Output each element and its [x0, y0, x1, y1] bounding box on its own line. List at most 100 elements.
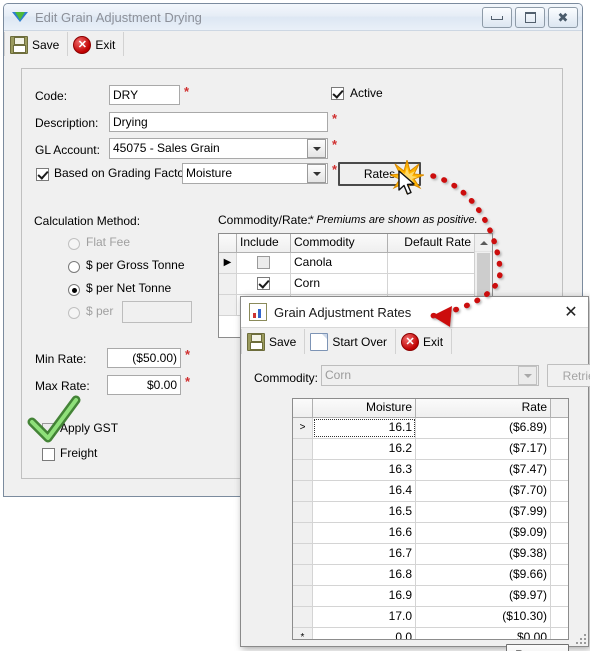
row-marker: [293, 502, 313, 522]
max-rate-input[interactable]: $0.00: [107, 375, 181, 395]
freight-checkbox[interactable]: [42, 448, 55, 461]
row-moisture[interactable]: 16.6: [313, 523, 416, 543]
commodity-value: Corn: [325, 368, 352, 382]
min-rate-label: Min Rate:: [35, 352, 87, 366]
exit-button[interactable]: ✕ Exit: [68, 32, 125, 58]
row-moisture[interactable]: 16.9: [313, 586, 416, 606]
table-row[interactable]: 16.6 ($9.09): [293, 523, 568, 544]
chevron-down-icon[interactable]: [307, 139, 326, 158]
table-row[interactable]: * 0.0 $0.00: [293, 628, 568, 639]
code-label: Code:: [35, 89, 68, 103]
code-required-marker: *: [184, 84, 190, 99]
rates-exit-button[interactable]: ✕ Exit: [396, 329, 453, 355]
rates-exit-label: Exit: [423, 335, 444, 349]
start-over-button[interactable]: Start Over: [305, 329, 397, 355]
row-rate[interactable]: ($7.70): [416, 481, 551, 501]
table-row[interactable]: Corn: [219, 274, 492, 295]
row-rate[interactable]: ($10.30): [416, 607, 551, 627]
row-commodity: Corn: [291, 274, 388, 294]
row-moisture[interactable]: 16.8: [313, 565, 416, 585]
remove-button[interactable]: Remove: [506, 644, 569, 651]
table-row[interactable]: 16.3 ($7.47): [293, 460, 568, 481]
save-button[interactable]: Save: [4, 32, 69, 58]
row-include-cell[interactable]: [237, 253, 291, 273]
resize-grip[interactable]: [574, 632, 586, 644]
gl-account-combobox[interactable]: 45075 - Sales Grain: [109, 138, 328, 159]
row-moisture[interactable]: 16.5: [313, 502, 416, 522]
rates-save-button[interactable]: Save: [241, 329, 306, 355]
row-moisture[interactable]: 16.7: [313, 544, 416, 564]
radio-flat-fee[interactable]: [68, 238, 80, 250]
row-rate[interactable]: ($7.17): [416, 439, 551, 459]
max-rate-required-marker: *: [185, 374, 191, 389]
row-marker: [219, 295, 237, 315]
red-x-circle-icon: ✕: [73, 36, 92, 54]
include-checkbox[interactable]: [257, 256, 270, 269]
save-button-label: Save: [32, 38, 60, 52]
table-row[interactable]: 16.5 ($7.99): [293, 502, 568, 523]
row-marker: [293, 439, 313, 459]
table-row[interactable]: 16.4 ($7.70): [293, 481, 568, 502]
row-moisture[interactable]: 16.4: [313, 481, 416, 501]
radio-per-gross-tonne[interactable]: [68, 261, 80, 273]
description-label: Description:: [35, 116, 99, 130]
description-input[interactable]: Drying: [109, 112, 328, 132]
based-on-grading-factor-checkbox[interactable]: [36, 168, 49, 181]
row-moisture[interactable]: 16.3: [313, 460, 416, 480]
row-moisture[interactable]: 17.0: [313, 607, 416, 627]
window-control-buttons: ✖: [482, 7, 578, 28]
row-moisture[interactable]: 16.1: [313, 418, 416, 438]
floppy-disk-icon: [10, 36, 28, 54]
table-row[interactable]: 16.2 ($7.17): [293, 439, 568, 460]
row-include-cell[interactable]: [237, 274, 291, 294]
row-rate[interactable]: ($9.97): [416, 586, 551, 606]
row-moisture[interactable]: 16.2: [313, 439, 416, 459]
commodity-grid-header-commodity: Commodity: [291, 234, 388, 252]
radio-per-net-tonne-label: $ per Net Tonne: [86, 281, 172, 295]
scroll-up-icon[interactable]: [475, 234, 492, 252]
commodity-rate-note: * Premiums are shown as positive.: [309, 214, 478, 226]
row-marker: [293, 607, 313, 627]
grading-factor-combobox[interactable]: Moisture: [182, 163, 328, 184]
table-row[interactable]: 16.8 ($9.66): [293, 565, 568, 586]
row-marker: [219, 274, 237, 294]
table-row[interactable]: >16.1 ($6.89): [293, 418, 568, 439]
commodity-combobox[interactable]: Corn: [321, 365, 539, 386]
row-rate[interactable]: ($9.38): [416, 544, 551, 564]
rates-grid[interactable]: Moisture Rate >16.1 ($6.89) 16.2 ($7.17) 16.…: [292, 398, 569, 640]
row-rate[interactable]: ($9.09): [416, 523, 551, 543]
row-rate[interactable]: ($6.89): [416, 418, 551, 438]
rates-grid-header-marker: [293, 399, 313, 417]
per-custom-input[interactable]: [122, 301, 192, 323]
table-row[interactable]: 17.0 ($10.30): [293, 607, 568, 628]
min-rate-input[interactable]: ($50.00): [107, 348, 181, 368]
min-rate-required-marker: *: [185, 347, 191, 362]
active-checkbox[interactable]: [331, 87, 344, 100]
chevron-down-icon[interactable]: [307, 164, 326, 183]
row-marker: *: [293, 628, 313, 639]
retrieve-button[interactable]: Retrieve: [547, 364, 590, 387]
rates-window-title: Grain Adjustment Rates: [274, 304, 412, 320]
code-input[interactable]: DRY: [109, 85, 180, 105]
chevron-down-icon[interactable]: [518, 366, 537, 385]
screen: Edit Grain Adjustment Drying ✖ Save ✕ Ex…: [0, 0, 590, 651]
row-rate[interactable]: ($7.47): [416, 460, 551, 480]
commodity-grid-header-include: Include: [237, 234, 291, 252]
table-row[interactable]: 16.9 ($9.97): [293, 586, 568, 607]
table-row[interactable]: ▶ Canola: [219, 253, 492, 274]
radio-per-net-tonne[interactable]: [68, 284, 80, 296]
close-icon[interactable]: ✕: [560, 301, 582, 323]
row-rate[interactable]: ($9.66): [416, 565, 551, 585]
maximize-icon[interactable]: [515, 7, 545, 28]
grading-factor-required-marker: *: [332, 162, 338, 177]
row-moisture[interactable]: 0.0: [313, 628, 416, 639]
row-rate[interactable]: $0.00: [416, 628, 551, 639]
row-rate[interactable]: ($7.99): [416, 502, 551, 522]
minimize-icon[interactable]: [482, 7, 512, 28]
rates-grid-header: Moisture Rate: [293, 399, 568, 418]
commodity-label: Commodity:: [254, 371, 319, 385]
radio-per-custom[interactable]: [68, 307, 80, 319]
table-row[interactable]: 16.7 ($9.38): [293, 544, 568, 565]
close-icon[interactable]: ✖: [548, 7, 578, 28]
include-checkbox[interactable]: [257, 277, 270, 290]
